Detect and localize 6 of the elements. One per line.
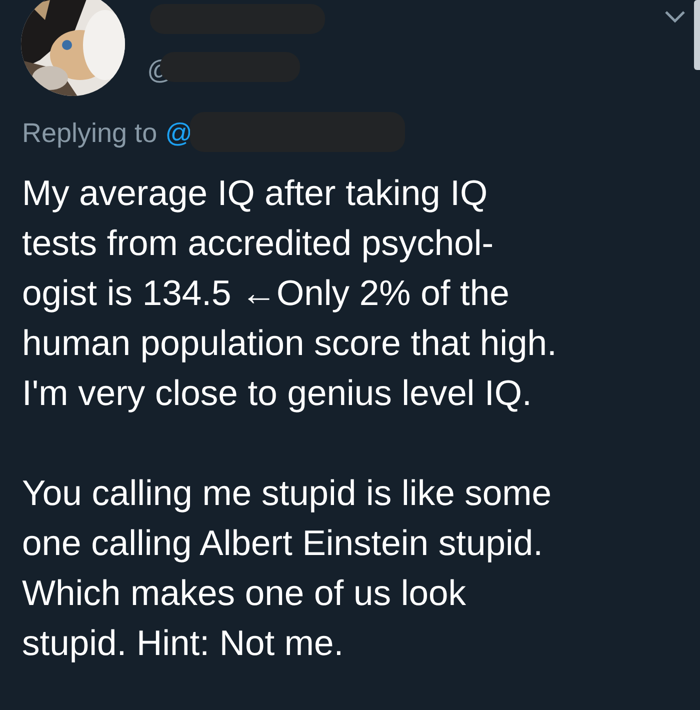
tweet-text: You calling me stupid is like some one calling Albert Einstein stupid. Which makes one of us look stupid. Hint: Not me. [22, 472, 552, 665]
scrollbar[interactable] [694, 0, 700, 70]
replying-label: Replying to [22, 118, 158, 149]
reply-handle-link[interactable]: @ [165, 118, 193, 149]
chevron-down-icon[interactable] [664, 10, 686, 24]
tweet-text: My average IQ after taking IQ tests from accredited psychol- ogist is 134.5 ←Only 2% of the human population score that high. I'm very close to genius level IQ. [22, 172, 558, 415]
